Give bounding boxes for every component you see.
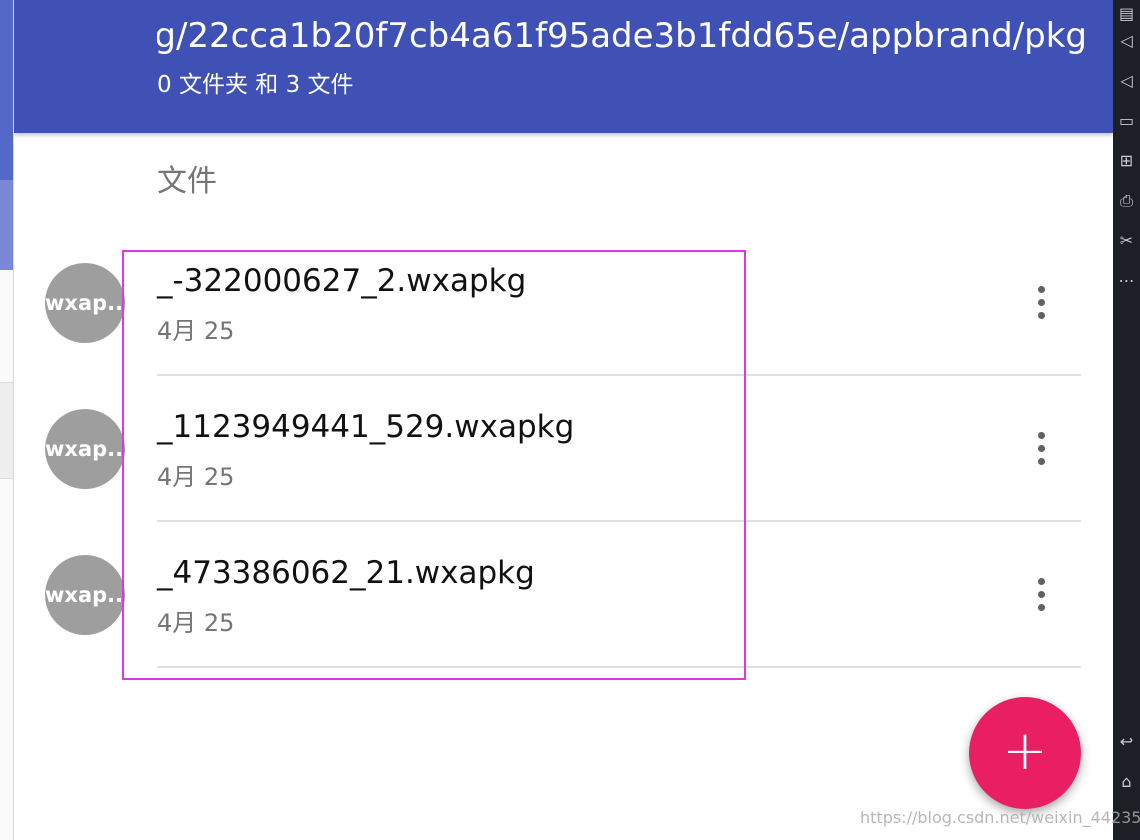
- files-section-header: 文件: [157, 164, 217, 199]
- back-icon[interactable]: ↩: [1113, 728, 1140, 756]
- print-icon[interactable]: ⎙: [1113, 187, 1140, 215]
- file-date: 4月 25: [157, 609, 235, 637]
- app-bar: /Msg/22cca1b20f7cb4a61f95ade3b1fdd65e/ap…: [14, 0, 1113, 133]
- add-icon: +: [1002, 719, 1048, 782]
- file-date: 4月 25: [157, 463, 235, 491]
- row-divider: [157, 374, 1081, 376]
- file-row[interactable]: wxap... _473386062_21.wxapkg 4月 25: [14, 542, 1113, 688]
- more-options-icon[interactable]: [1026, 573, 1056, 617]
- file-name: _1123949441_529.wxapkg: [157, 409, 575, 445]
- emulator-toolbar: ▤ ◁ ◁ ▭ ⊞ ⎙ ✂ ⋯ ↩ ⌂: [1113, 0, 1140, 840]
- home-icon[interactable]: ⌂: [1113, 768, 1140, 796]
- add-fab-button[interactable]: +: [969, 697, 1081, 809]
- file-type-avatar: wxap...: [45, 555, 125, 635]
- file-type-avatar: wxap...: [45, 409, 125, 489]
- volume-down-icon[interactable]: ◁: [1113, 67, 1140, 95]
- file-date: 4月 25: [157, 317, 235, 345]
- folder-summary: 0 文件夹 和 3 文件: [157, 72, 354, 98]
- watermark-text: https://blog.csdn.net/weixin_44235150: [860, 808, 1140, 827]
- more-options-icon[interactable]: [1026, 281, 1056, 325]
- row-divider: [157, 520, 1081, 522]
- file-manager-app: /Msg/22cca1b20f7cb4a61f95ade3b1fdd65e/ap…: [14, 0, 1113, 840]
- row-divider: [157, 666, 1081, 668]
- path-title: /Msg/22cca1b20f7cb4a61f95ade3b1fdd65e/ap…: [157, 16, 1087, 56]
- file-name: _473386062_21.wxapkg: [157, 555, 535, 591]
- file-name: _-322000627_2.wxapkg: [157, 263, 527, 299]
- screen-rotate-icon[interactable]: ▭: [1113, 107, 1140, 135]
- cut-icon[interactable]: ✂: [1113, 227, 1140, 255]
- volume-up-icon[interactable]: ◁: [1113, 27, 1140, 55]
- file-type-avatar: wxap...: [45, 263, 125, 343]
- background-window-strip: [0, 0, 14, 840]
- file-row[interactable]: wxap... _-322000627_2.wxapkg 4月 25: [14, 250, 1113, 396]
- screenshot-icon[interactable]: ⊞: [1113, 147, 1140, 175]
- toolbar-top-icon[interactable]: ▤: [1113, 0, 1140, 28]
- more-options-icon[interactable]: [1026, 427, 1056, 471]
- file-row[interactable]: wxap... _1123949441_529.wxapkg 4月 25: [14, 396, 1113, 542]
- more-icon[interactable]: ⋯: [1113, 267, 1140, 295]
